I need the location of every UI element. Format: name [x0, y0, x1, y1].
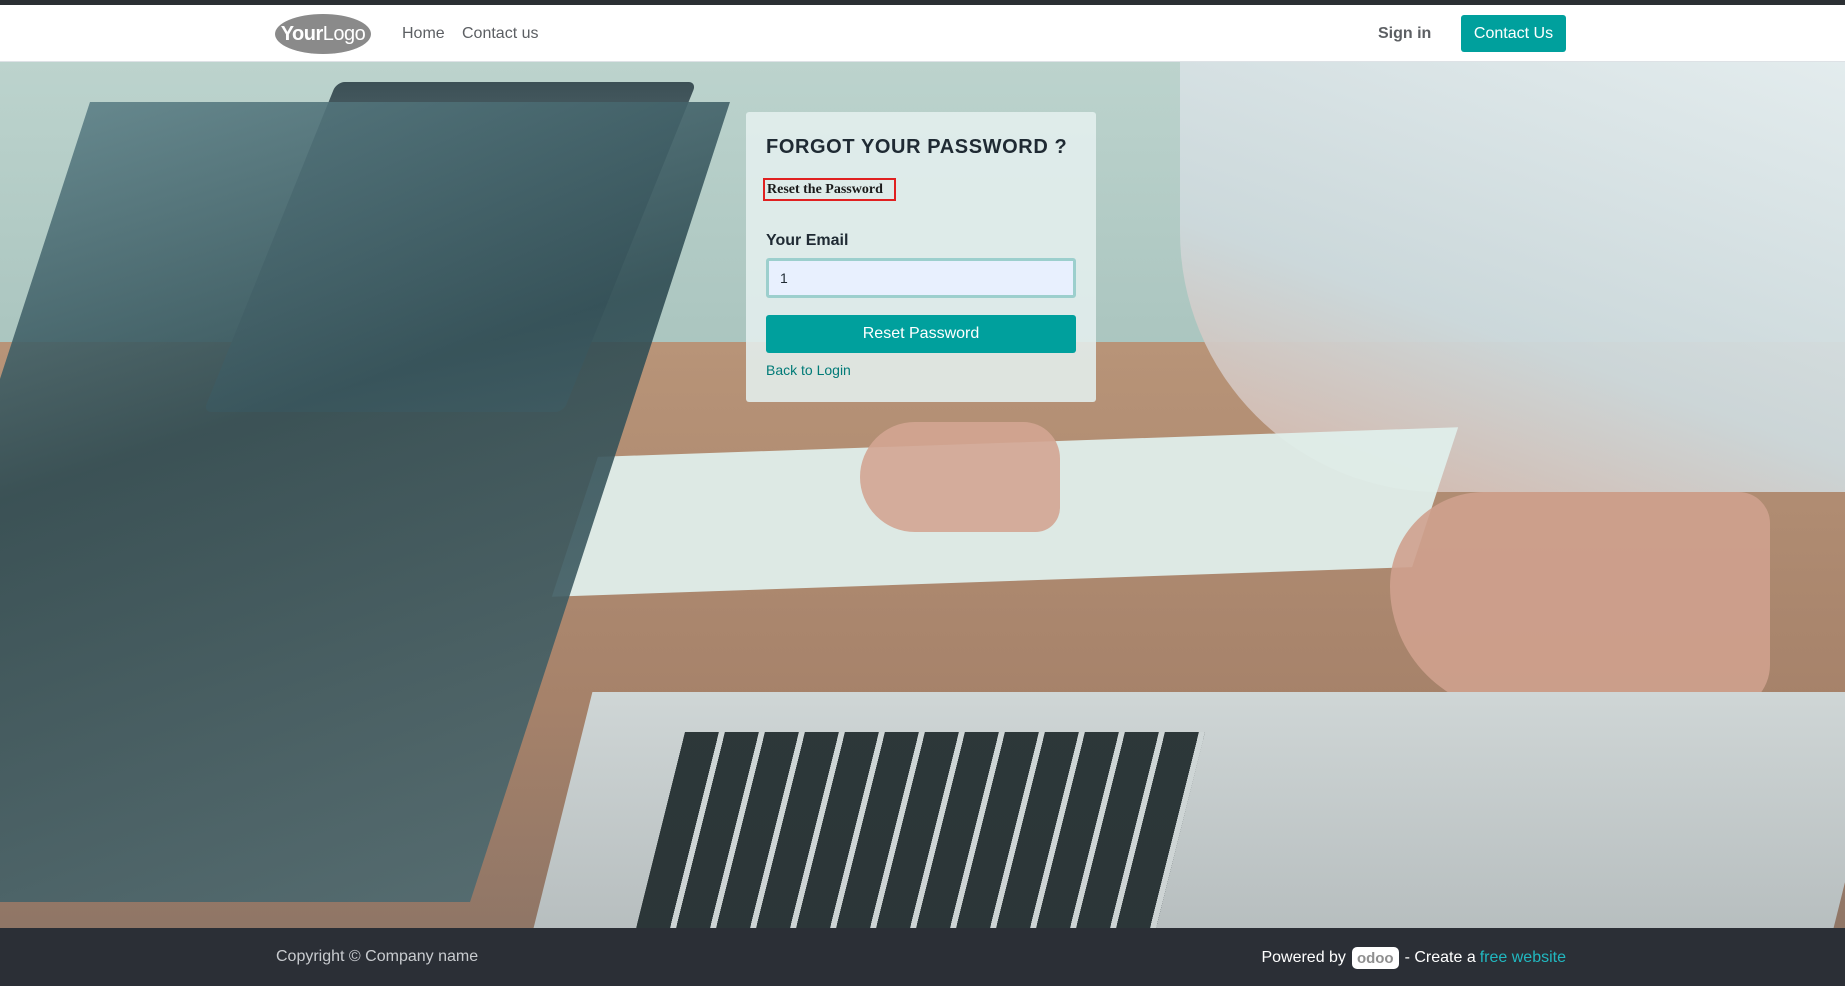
hero-keyboard-keys	[635, 732, 1205, 928]
back-to-login-link[interactable]: Back to Login	[766, 362, 851, 378]
copyright-text: Copyright © Company name	[276, 948, 479, 965]
forgot-password-card: FORGOT YOUR PASSWORD ? Reset the Passwor…	[746, 112, 1096, 402]
hero-hand-right	[1390, 492, 1770, 712]
create-text: - Create a	[1404, 949, 1476, 966]
logo[interactable]: Your Logo	[275, 14, 371, 54]
odoo-logo[interactable]: odoo	[1351, 947, 1399, 969]
card-title: FORGOT YOUR PASSWORD ?	[766, 136, 1068, 158]
reset-password-subtitle: Reset the Password	[763, 178, 896, 201]
hero-hand-left	[860, 422, 1060, 532]
powered-by: Powered by odoo - Create a free website	[1261, 947, 1566, 969]
hero-arm	[1180, 62, 1845, 492]
contact-us-button[interactable]: Contact Us	[1461, 15, 1566, 52]
free-website-link[interactable]: free website	[1480, 949, 1566, 967]
nav-contact-link[interactable]: Contact us	[462, 25, 538, 43]
footer: Copyright © Company name Powered by odoo…	[0, 928, 1845, 986]
navbar: Your Logo Home Contact us Sign in Contact…	[0, 5, 1845, 62]
reset-password-button[interactable]: Reset Password	[766, 315, 1076, 353]
email-label: Your Email	[766, 232, 849, 249]
nav-home-link[interactable]: Home	[402, 25, 445, 43]
powered-by-label: Powered by	[1261, 949, 1346, 966]
email-field[interactable]	[766, 258, 1076, 298]
signin-link[interactable]: Sign in	[1378, 25, 1431, 43]
logo-bold: Your	[280, 22, 324, 45]
logo-rest: Logo	[322, 22, 366, 45]
